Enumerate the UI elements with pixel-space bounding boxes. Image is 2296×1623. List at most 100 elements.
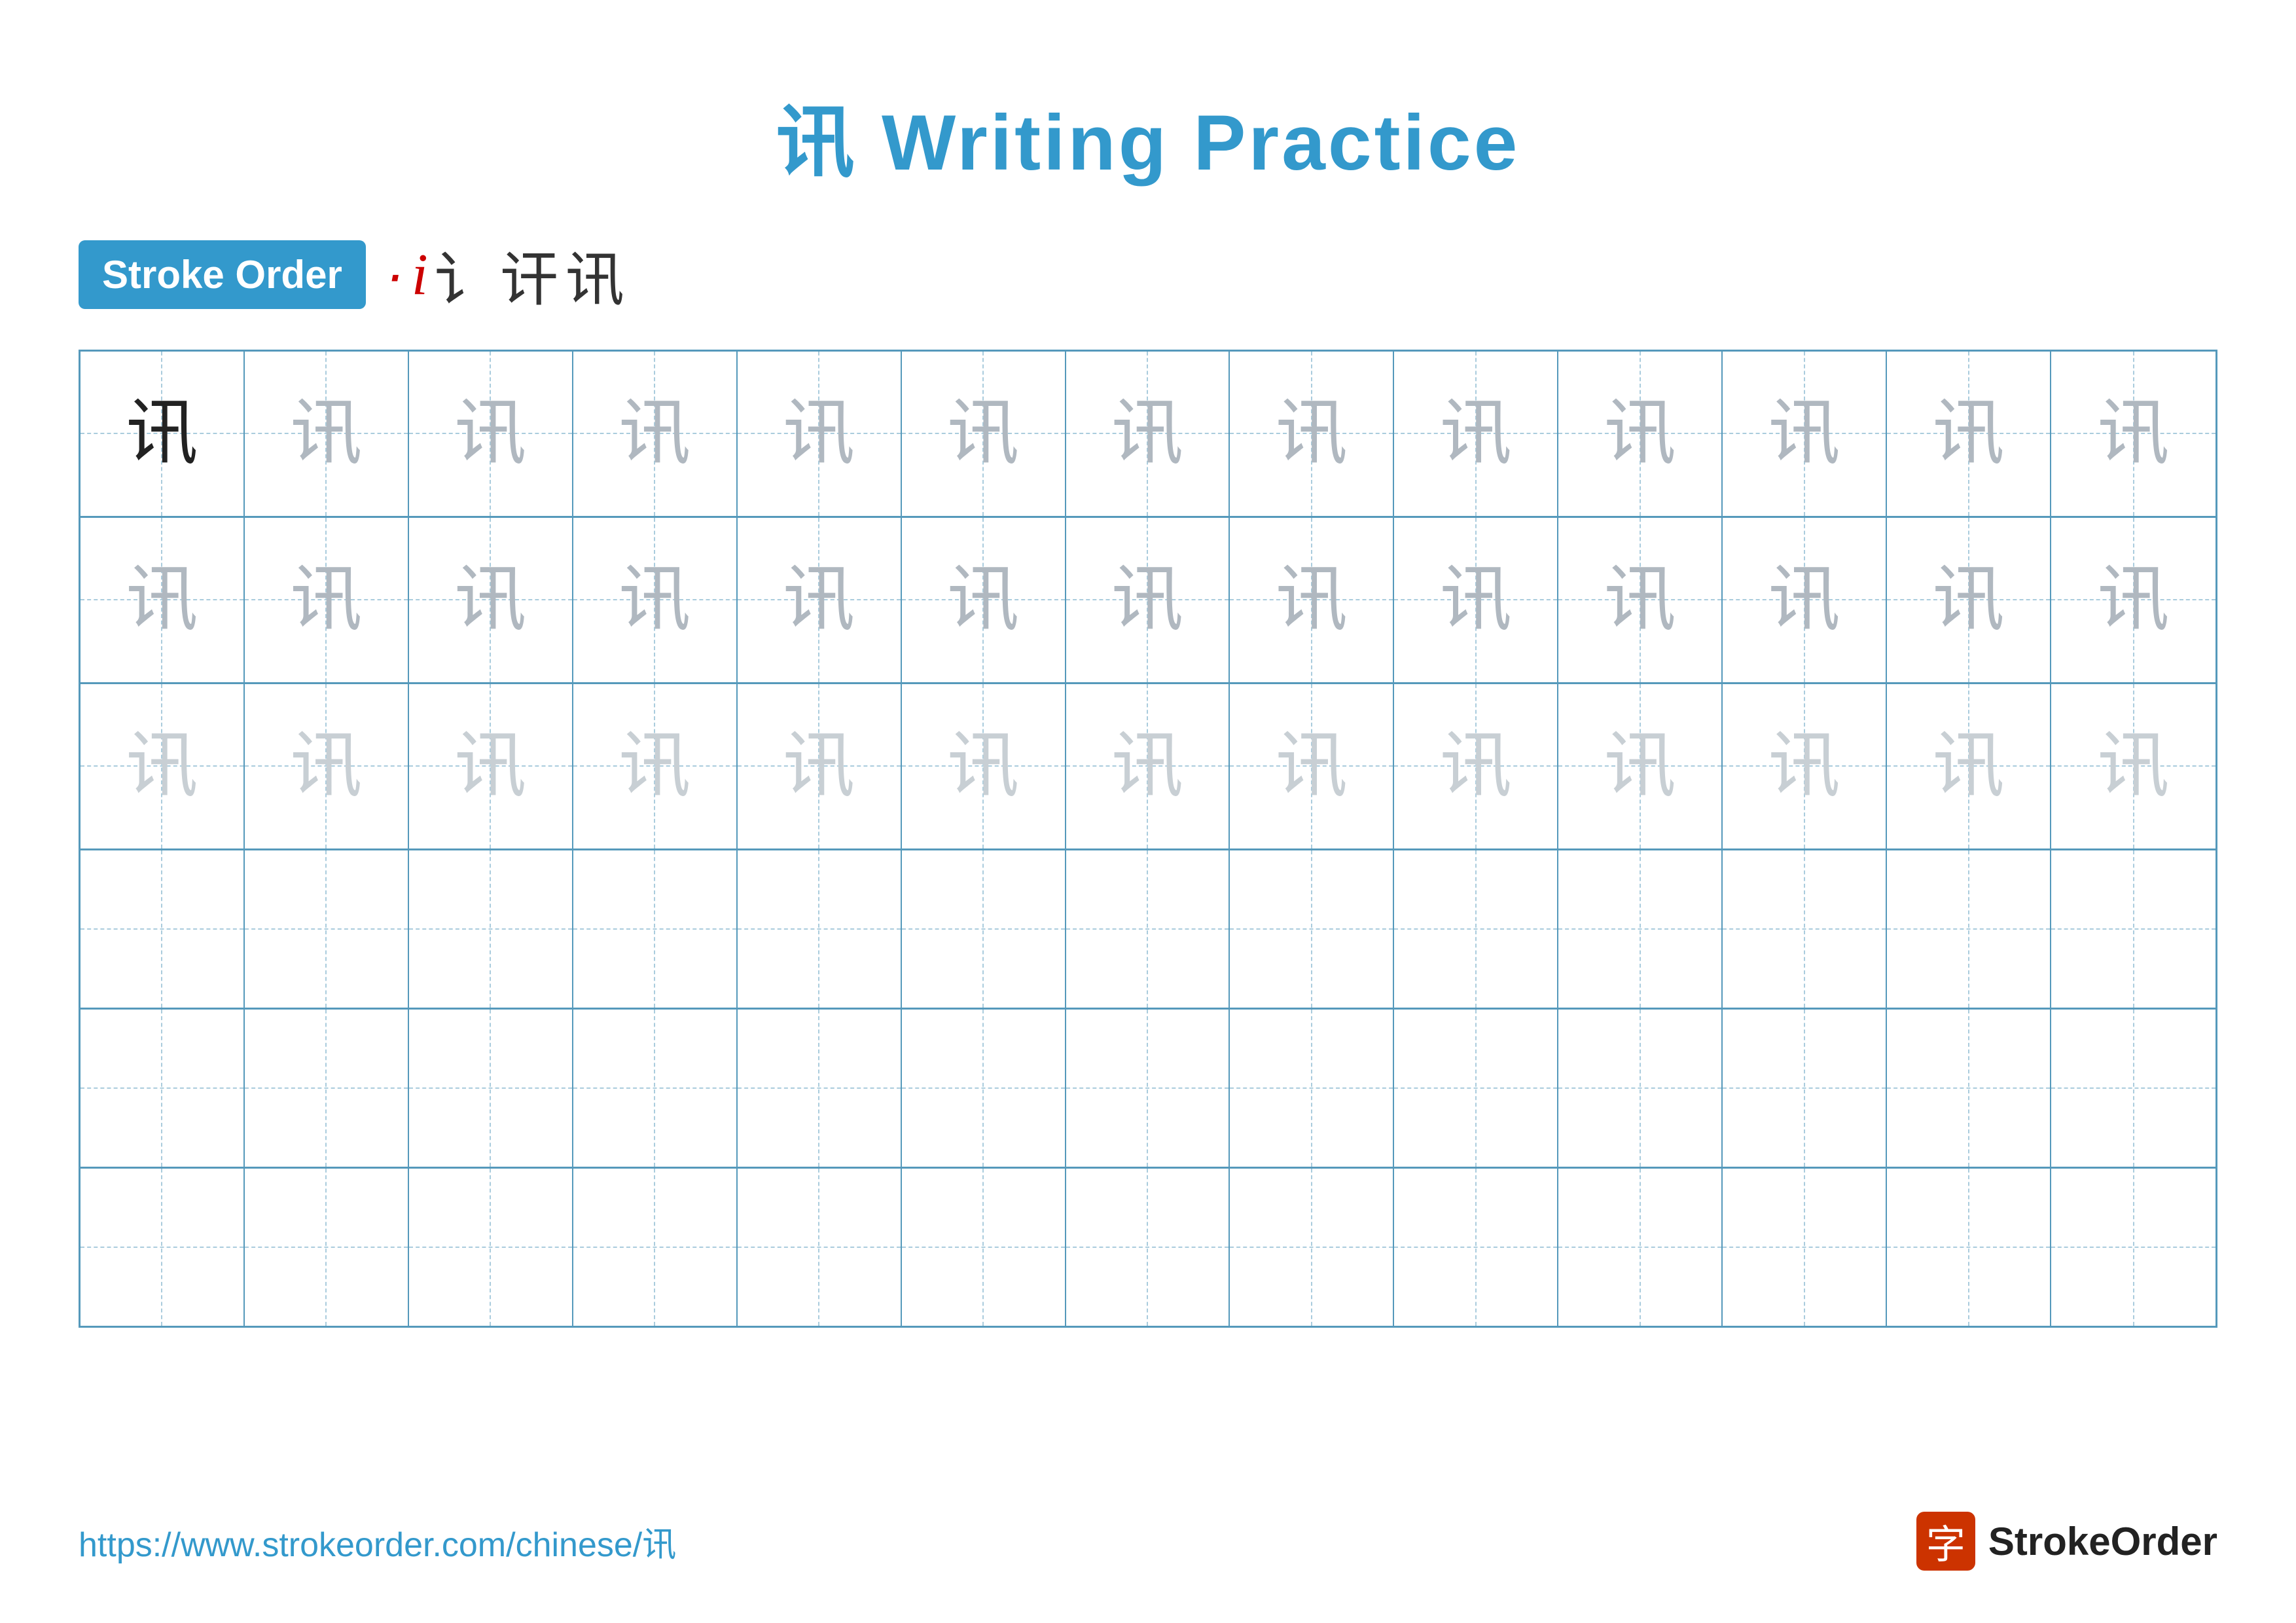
grid-cell[interactable]: 讯 bbox=[1887, 518, 2051, 682]
grid-cell[interactable] bbox=[1230, 1010, 1394, 1167]
grid-cell[interactable]: 讯 bbox=[1887, 352, 2051, 516]
grid-cell[interactable] bbox=[409, 1169, 573, 1326]
grid-cell[interactable] bbox=[1394, 850, 1558, 1008]
grid-cell[interactable] bbox=[1723, 1169, 1887, 1326]
grid-cell[interactable] bbox=[81, 1010, 245, 1167]
grid-cell[interactable]: 讯 bbox=[1723, 684, 1887, 848]
grid-cell[interactable]: 讯 bbox=[409, 518, 573, 682]
character-guide: 讯 bbox=[126, 730, 198, 802]
character-guide: 讯 bbox=[290, 564, 362, 636]
grid-cell[interactable]: 讯 bbox=[738, 352, 902, 516]
grid-cell[interactable] bbox=[1066, 850, 1230, 1008]
grid-cell[interactable]: 讯 bbox=[902, 352, 1066, 516]
stroke-step-3: 讠 bbox=[435, 232, 493, 317]
grid-cell[interactable] bbox=[902, 850, 1066, 1008]
stroke-order-badge: Stroke Order bbox=[79, 240, 366, 309]
grid-cell[interactable]: 讯 bbox=[1558, 518, 1723, 682]
grid-cell[interactable] bbox=[1723, 850, 1887, 1008]
grid-cell[interactable] bbox=[81, 850, 245, 1008]
character-guide: 讯 bbox=[1440, 397, 1512, 469]
grid-cell[interactable] bbox=[2051, 1169, 2215, 1326]
grid-cell[interactable] bbox=[81, 1169, 245, 1326]
grid-cell[interactable] bbox=[245, 1169, 409, 1326]
grid-cell[interactable] bbox=[2051, 850, 2215, 1008]
grid-cell[interactable] bbox=[738, 850, 902, 1008]
grid-cell[interactable]: 讯 bbox=[1394, 518, 1558, 682]
grid-cell[interactable]: 讯 bbox=[902, 518, 1066, 682]
grid-cell[interactable] bbox=[902, 1010, 1066, 1167]
grid-cell[interactable] bbox=[409, 1010, 573, 1167]
grid-cell[interactable] bbox=[1394, 1010, 1558, 1167]
character-guide: 讯 bbox=[1111, 564, 1183, 636]
character-guide: 讯 bbox=[2098, 564, 2170, 636]
footer-url-link[interactable]: https://www.strokeorder.com/chinese/讯 bbox=[79, 1517, 676, 1566]
grid-cell[interactable] bbox=[1558, 850, 1723, 1008]
stroke-step-4: 讦 bbox=[500, 232, 559, 317]
grid-cell[interactable] bbox=[1066, 1169, 1230, 1326]
grid-cell[interactable]: 讯 bbox=[1558, 684, 1723, 848]
grid-cell[interactable] bbox=[1230, 1169, 1394, 1326]
page-title: 讯 Writing Practice bbox=[0, 0, 2296, 232]
character-guide: 讯 bbox=[947, 397, 1019, 469]
grid-cell[interactable]: 讯 bbox=[738, 684, 902, 848]
character-guide: 讯 bbox=[1768, 564, 1840, 636]
grid-cell[interactable] bbox=[409, 850, 573, 1008]
character-guide: 讯 bbox=[1440, 730, 1512, 802]
grid-cell[interactable] bbox=[902, 1169, 1066, 1326]
grid-cell[interactable]: 讯 bbox=[2051, 352, 2215, 516]
grid-cell[interactable] bbox=[573, 1010, 738, 1167]
grid-cell[interactable]: 讯 bbox=[245, 684, 409, 848]
stroke-sequence: · i 讠 讦 讯 bbox=[386, 232, 624, 317]
grid-cell[interactable] bbox=[573, 850, 738, 1008]
character-guide: 讯 bbox=[126, 564, 198, 636]
grid-cell[interactable]: 讯 bbox=[1558, 352, 1723, 516]
grid-cell[interactable]: 讯 bbox=[1723, 352, 1887, 516]
grid-cell[interactable]: 讯 bbox=[1066, 518, 1230, 682]
grid-cell[interactable]: 讯 bbox=[573, 684, 738, 848]
grid-cell[interactable]: 讯 bbox=[1230, 352, 1394, 516]
grid-cell[interactable] bbox=[1066, 1010, 1230, 1167]
footer: https://www.strokeorder.com/chinese/讯 字 … bbox=[79, 1512, 2217, 1571]
grid-cell[interactable]: 讯 bbox=[2051, 518, 2215, 682]
grid-cell[interactable]: 讯 bbox=[81, 352, 245, 516]
grid-cell[interactable]: 讯 bbox=[2051, 684, 2215, 848]
character-guide: 讯 bbox=[2098, 730, 2170, 802]
grid-cell[interactable]: 讯 bbox=[245, 352, 409, 516]
grid-cell[interactable]: 讯 bbox=[1394, 684, 1558, 848]
grid-cell[interactable]: 讯 bbox=[1723, 518, 1887, 682]
grid-cell[interactable] bbox=[1723, 1010, 1887, 1167]
character-guide: 讯 bbox=[619, 730, 691, 802]
grid-cell[interactable]: 讯 bbox=[902, 684, 1066, 848]
grid-cell[interactable]: 讯 bbox=[1394, 352, 1558, 516]
grid-cell[interactable] bbox=[738, 1169, 902, 1326]
footer-logo: 字 StrokeOrder bbox=[1916, 1512, 2217, 1571]
grid-cell[interactable]: 讯 bbox=[1066, 352, 1230, 516]
grid-cell[interactable] bbox=[573, 1169, 738, 1326]
grid-cell[interactable] bbox=[1230, 850, 1394, 1008]
grid-cell[interactable]: 讯 bbox=[81, 684, 245, 848]
grid-cell[interactable] bbox=[1887, 1169, 2051, 1326]
grid-cell[interactable] bbox=[245, 850, 409, 1008]
grid-cell[interactable]: 讯 bbox=[1230, 518, 1394, 682]
grid-cell[interactable]: 讯 bbox=[409, 352, 573, 516]
grid-cell[interactable]: 讯 bbox=[573, 352, 738, 516]
grid-cell[interactable]: 讯 bbox=[1066, 684, 1230, 848]
grid-cell[interactable]: 讯 bbox=[81, 518, 245, 682]
grid-cell[interactable]: 讯 bbox=[245, 518, 409, 682]
character-guide: 讯 bbox=[947, 730, 1019, 802]
grid-cell[interactable] bbox=[738, 1010, 902, 1167]
character-guide: 讯 bbox=[1276, 730, 1348, 802]
grid-cell[interactable] bbox=[245, 1010, 409, 1167]
grid-cell[interactable]: 讯 bbox=[1230, 684, 1394, 848]
grid-cell[interactable] bbox=[1394, 1169, 1558, 1326]
grid-cell[interactable]: 讯 bbox=[409, 684, 573, 848]
grid-cell[interactable] bbox=[2051, 1010, 2215, 1167]
grid-cell[interactable] bbox=[1558, 1010, 1723, 1167]
grid-cell[interactable]: 讯 bbox=[573, 518, 738, 682]
grid-cell[interactable]: 讯 bbox=[1887, 684, 2051, 848]
grid-cell[interactable] bbox=[1558, 1169, 1723, 1326]
grid-cell[interactable] bbox=[1887, 850, 2051, 1008]
grid-cell[interactable]: 讯 bbox=[738, 518, 902, 682]
grid-cell[interactable] bbox=[1887, 1010, 2051, 1167]
character-guide: 讯 bbox=[290, 730, 362, 802]
